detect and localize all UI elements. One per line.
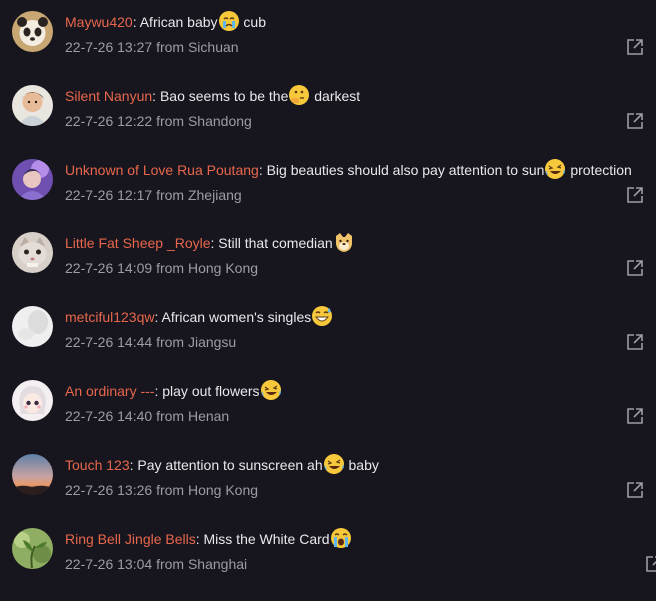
- share-icon[interactable]: [626, 186, 644, 204]
- comment-date: 22-7-26 14:40: [65, 408, 153, 424]
- comment-meta: 22-7-26 13:04 from Shanghai: [65, 554, 247, 574]
- username-link[interactable]: Touch 123: [65, 457, 130, 473]
- cat-avatar[interactable]: [12, 232, 53, 273]
- username-link[interactable]: An ordinary ---: [65, 383, 154, 399]
- username-link[interactable]: metciful123qw: [65, 309, 155, 325]
- comment-text-after: cub: [239, 14, 266, 30]
- laughing-crying-face-emoji: [544, 158, 566, 180]
- comment-date: 22-7-26 13:26: [65, 482, 153, 498]
- comment-date: 22-7-26 12:17: [65, 187, 153, 203]
- username-link[interactable]: Unknown of Love Rua Poutang: [65, 162, 259, 178]
- comment-date: 22-7-26 12:22: [65, 113, 153, 129]
- comment-line: Unknown of Love Rua Poutang: Big beautie…: [65, 158, 632, 180]
- purple-anime-avatar[interactable]: [12, 159, 53, 200]
- comment-location: from Jiangsu: [156, 334, 237, 350]
- grinning-sweat-emoji: [311, 305, 333, 327]
- comment-date: 22-7-26 13:27: [65, 39, 153, 55]
- comment-line: Ring Bell Jingle Bells: Miss the White C…: [65, 527, 352, 549]
- username-link[interactable]: Maywu420: [65, 14, 133, 30]
- comment-text: : Bao seems to be the: [152, 88, 289, 104]
- username-link[interactable]: Silent Nanyun: [65, 88, 152, 104]
- comment-meta: 22-7-26 14:40 from Henan: [65, 406, 229, 426]
- comment-item: Silent Nanyun: Bao seems to be the darke…: [0, 84, 656, 158]
- comment-text: : African baby: [132, 14, 218, 30]
- share-icon[interactable]: [626, 333, 644, 351]
- crying-face-emoji: [218, 10, 240, 32]
- comment-text: : play out flowers: [154, 383, 260, 399]
- thinking-face-emoji: [288, 84, 310, 106]
- loudly-crying-face-emoji: [330, 527, 352, 549]
- doge-emoji: [333, 231, 355, 253]
- comment-location: from Shandong: [156, 113, 252, 129]
- share-icon[interactable]: [626, 38, 644, 56]
- laughing-crying-face-emoji: [323, 453, 345, 475]
- share-icon[interactable]: [626, 112, 644, 130]
- comment-text: : Miss the White Card: [195, 531, 330, 547]
- comment-meta: 22-7-26 14:44 from Jiangsu: [65, 332, 236, 352]
- child-photo-avatar[interactable]: [12, 85, 53, 126]
- comment-meta: 22-7-26 12:22 from Shandong: [65, 111, 252, 131]
- comment-text: : African women's singles: [154, 309, 312, 325]
- comment-line: metciful123qw: African women's singles: [65, 305, 333, 327]
- comment-text-after: protection: [566, 162, 632, 178]
- comment-item: Maywu420: African baby cub 22-7-26 13:27…: [0, 10, 656, 84]
- sunset-avatar[interactable]: [12, 454, 53, 495]
- comment-location: from Hong Kong: [156, 482, 259, 498]
- comment-meta: 22-7-26 13:26 from Hong Kong: [65, 480, 258, 500]
- laughing-crying-face-emoji: [260, 379, 282, 401]
- comment-line: Silent Nanyun: Bao seems to be the darke…: [65, 84, 360, 106]
- share-icon[interactable]: [626, 407, 644, 425]
- comment-date: 22-7-26 13:04: [65, 556, 153, 572]
- comment-location: from Sichuan: [156, 39, 239, 55]
- comment-line: Little Fat Sheep _Royle: Still that come…: [65, 231, 355, 253]
- comment-item: Unknown of Love Rua Poutang: Big beautie…: [0, 158, 656, 232]
- comment-location: from Shanghai: [156, 556, 248, 572]
- comment-text-after: darkest: [310, 88, 361, 104]
- comment-location: from Zhejiang: [156, 187, 242, 203]
- share-icon[interactable]: [645, 555, 656, 573]
- comment-line: Touch 123: Pay attention to sunscreen ah…: [65, 453, 379, 475]
- comment-text: : Pay attention to sunscreen ah: [129, 457, 323, 473]
- comment-text: : Still that comedian: [210, 235, 333, 251]
- comment-date: 22-7-26 14:44: [65, 334, 153, 350]
- username-link[interactable]: Little Fat Sheep _Royle: [65, 235, 211, 251]
- comment-text-after: baby: [344, 457, 379, 473]
- comment-meta: 22-7-26 13:27 from Sichuan: [65, 37, 239, 57]
- comment-line: An ordinary ---: play out flowers: [65, 379, 282, 401]
- comment-location: from Hong Kong: [156, 260, 259, 276]
- comment-item: An ordinary ---: play out flowers 22-7-2…: [0, 379, 656, 453]
- comment-date: 22-7-26 14:09: [65, 260, 153, 276]
- white-blur-avatar[interactable]: [12, 306, 53, 347]
- cartoon-girl-avatar[interactable]: [12, 380, 53, 421]
- panda-avatar[interactable]: [12, 11, 53, 52]
- comment-item: Little Fat Sheep _Royle: Still that come…: [0, 231, 656, 305]
- share-icon[interactable]: [626, 259, 644, 277]
- comment-text: : Big beauties should also pay attention…: [258, 162, 545, 178]
- comment-meta: 22-7-26 12:17 from Zhejiang: [65, 185, 242, 205]
- comment-line: Maywu420: African baby cub: [65, 10, 266, 32]
- comment-item: metciful123qw: African women's singles 2…: [0, 305, 656, 379]
- username-link[interactable]: Ring Bell Jingle Bells: [65, 531, 196, 547]
- comment-item: Touch 123: Pay attention to sunscreen ah…: [0, 453, 656, 527]
- share-icon[interactable]: [626, 481, 644, 499]
- comment-location: from Henan: [156, 408, 230, 424]
- green-plant-avatar[interactable]: [12, 528, 53, 569]
- comment-meta: 22-7-26 14:09 from Hong Kong: [65, 258, 258, 278]
